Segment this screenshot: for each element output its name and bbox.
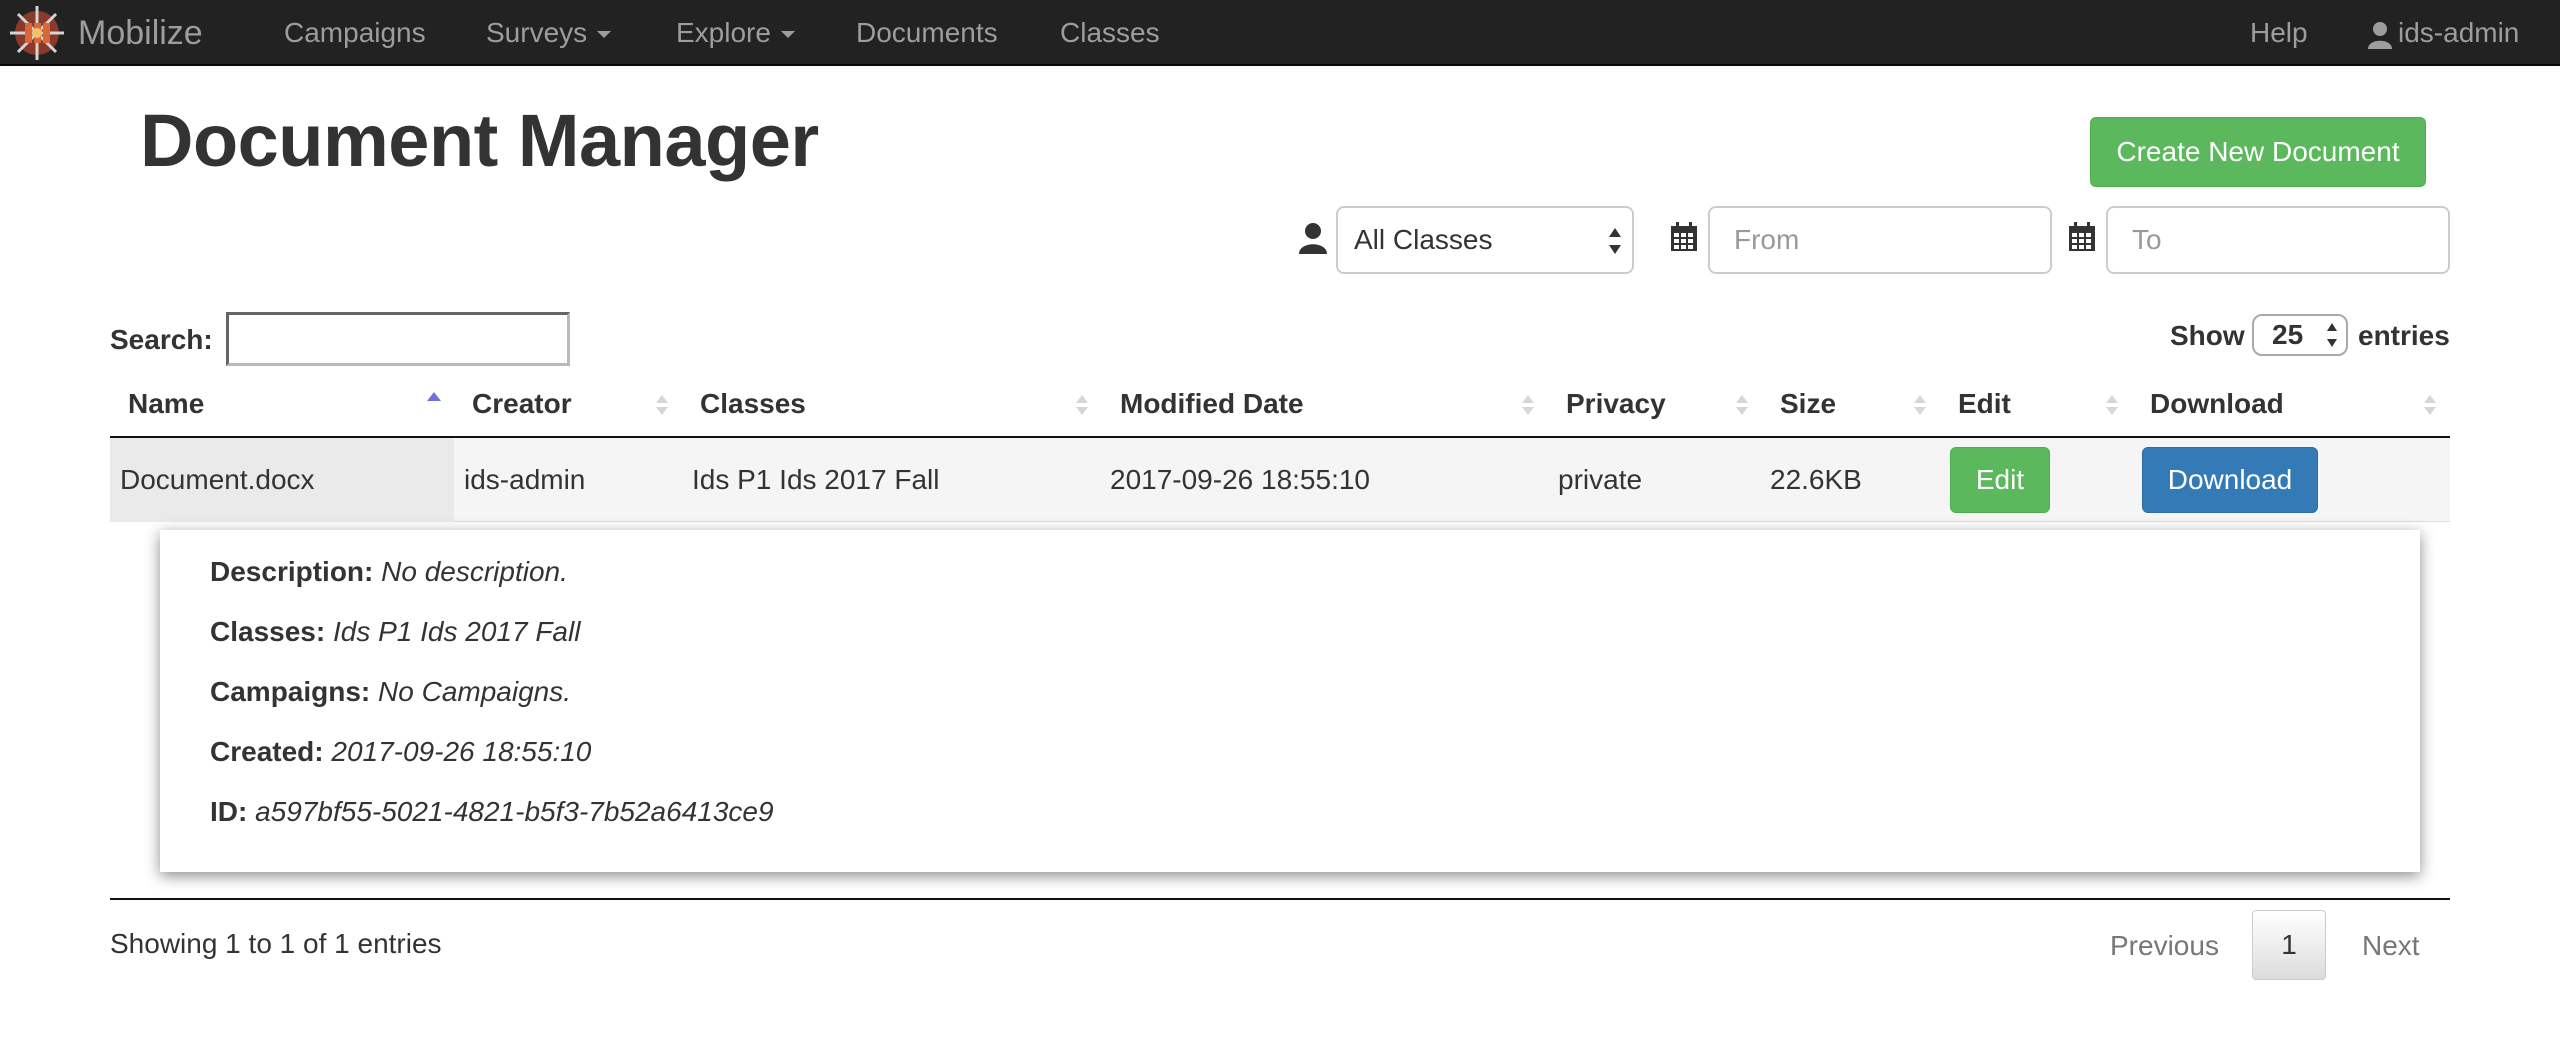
brand-link[interactable]: Mobilize: [8, 4, 203, 62]
column-header-classes[interactable]: Classes: [700, 372, 806, 436]
to-date-input[interactable]: To: [2106, 206, 2450, 274]
cell-creator: ids-admin: [464, 464, 586, 495]
from-date-input[interactable]: From: [1708, 206, 2052, 274]
column-header-download-label[interactable]: Download: [2150, 388, 2284, 419]
column-header-privacy-label[interactable]: Privacy: [1566, 388, 1666, 419]
nav-surveys-label[interactable]: Surveys: [486, 17, 587, 48]
calendar-icon: [2069, 222, 2095, 251]
table-footer-divider: [110, 898, 2450, 900]
column-header-size[interactable]: Size: [1780, 372, 1836, 436]
pagination-page-1[interactable]: 1: [2252, 910, 2326, 980]
search-label: Search:: [110, 324, 213, 355]
nav-explore-dropdown[interactable]: Explore: [676, 0, 795, 66]
detail-description-value: No description.: [381, 556, 568, 587]
nav-user-menu[interactable]: ids-admin: [2368, 0, 2519, 66]
sort-both-icon[interactable]: [1074, 394, 1090, 416]
page-length-value[interactable]: 25: [2272, 319, 2303, 350]
detail-id-label: ID:: [210, 796, 248, 827]
document-details-panel: Description: No description. Classes: Id…: [160, 530, 2420, 872]
detail-classes-value: Ids P1 Ids 2017 Fall: [332, 616, 581, 647]
cell-modified-date: 2017-09-26 18:55:10: [1110, 464, 1370, 495]
column-header-classes-label[interactable]: Classes: [700, 388, 806, 419]
chevron-down-icon: [780, 31, 795, 39]
nav-campaigns-label[interactable]: Campaigns: [284, 17, 426, 48]
sort-both-icon[interactable]: [2104, 394, 2120, 416]
calendar-icon: [1671, 222, 1697, 251]
detail-campaigns: Campaigns: No Campaigns.: [210, 676, 571, 708]
nav-user-label[interactable]: ids-admin: [2398, 17, 2519, 48]
class-filter-select[interactable]: All Classes: [1336, 206, 1634, 274]
detail-created: Created: 2017-09-26 18:55:10: [210, 736, 591, 768]
nav-help-label[interactable]: Help: [2250, 17, 2308, 48]
column-header-size-label[interactable]: Size: [1780, 388, 1836, 419]
nav-help[interactable]: Help: [2250, 0, 2308, 66]
cell-size: 22.6KB: [1770, 464, 1862, 495]
column-header-edit[interactable]: Edit: [1958, 372, 2011, 436]
sort-both-icon[interactable]: [2422, 394, 2438, 416]
sort-both-icon[interactable]: [1912, 394, 1928, 416]
sort-both-icon[interactable]: [1520, 394, 1536, 416]
detail-id: ID: a597bf55-5021-4821-b5f3-7b52a6413ce9: [210, 796, 774, 828]
edit-button[interactable]: Edit: [1950, 447, 2050, 513]
page-length-select[interactable]: 25: [2252, 314, 2348, 356]
column-header-creator[interactable]: Creator: [472, 372, 572, 436]
detail-id-value: a597bf55-5021-4821-b5f3-7b52a6413ce9: [255, 796, 774, 827]
pagination-previous[interactable]: Previous: [2110, 912, 2219, 980]
nav-surveys-dropdown[interactable]: Surveys: [486, 0, 612, 66]
column-header-download[interactable]: Download: [2150, 372, 2284, 436]
column-header-name[interactable]: Name: [128, 372, 204, 436]
nav-explore-label[interactable]: Explore: [676, 17, 771, 48]
detail-campaigns-value: No Campaigns.: [378, 676, 572, 707]
search-input[interactable]: [226, 312, 570, 366]
column-header-edit-label[interactable]: Edit: [1958, 388, 2011, 419]
nav-classes-label[interactable]: Classes: [1060, 17, 1160, 48]
column-header-privacy[interactable]: Privacy: [1566, 372, 1666, 436]
column-header-name-label[interactable]: Name: [128, 388, 204, 419]
create-new-document-button[interactable]: Create New Document: [2090, 117, 2426, 187]
cell-classes: Ids P1 Ids 2017 Fall: [692, 464, 940, 495]
sort-both-icon[interactable]: [1734, 394, 1750, 416]
select-arrows-icon: [2327, 323, 2337, 347]
user-icon: [2368, 21, 2392, 49]
sort-ascending-icon[interactable]: [426, 390, 442, 412]
cell-name: Document.docx: [120, 464, 315, 495]
nav-classes[interactable]: Classes: [1060, 0, 1160, 66]
sort-both-icon[interactable]: [654, 394, 670, 416]
nav-documents-label[interactable]: Documents: [856, 17, 998, 48]
select-arrows-icon: [1609, 228, 1621, 254]
mobilize-logo-icon: [10, 6, 64, 60]
detail-classes-label: Classes:: [210, 616, 326, 647]
page-title: Document Manager: [140, 99, 819, 182]
column-header-creator-label[interactable]: Creator: [472, 388, 572, 419]
cell-privacy: private: [1558, 464, 1643, 495]
pagination-next[interactable]: Next: [2362, 912, 2420, 980]
nav-documents[interactable]: Documents: [856, 0, 998, 66]
chevron-down-icon: [597, 31, 612, 39]
show-label: Show: [2170, 320, 2245, 351]
detail-created-value: 2017-09-26 18:55:10: [331, 736, 592, 767]
detail-description-label: Description:: [210, 556, 374, 587]
brand-name[interactable]: Mobilize: [78, 14, 203, 53]
download-button[interactable]: Download: [2142, 447, 2318, 513]
detail-classes: Classes: Ids P1 Ids 2017 Fall: [210, 616, 580, 648]
column-header-modified-date-label[interactable]: Modified Date: [1120, 388, 1304, 419]
column-header-modified-date[interactable]: Modified Date: [1120, 372, 1304, 436]
user-icon: [1299, 223, 1327, 254]
entries-label: entries: [2358, 320, 2450, 351]
detail-created-label: Created:: [210, 736, 324, 767]
top-navbar: Mobilize Campaigns Surveys Explore Docum…: [0, 0, 2560, 66]
class-filter-value[interactable]: All Classes: [1354, 224, 1492, 255]
nav-campaigns[interactable]: Campaigns: [284, 0, 426, 66]
table-info: Showing 1 to 1 of 1 entries: [110, 928, 442, 959]
detail-campaigns-label: Campaigns:: [210, 676, 371, 707]
detail-description: Description: No description.: [210, 556, 568, 588]
